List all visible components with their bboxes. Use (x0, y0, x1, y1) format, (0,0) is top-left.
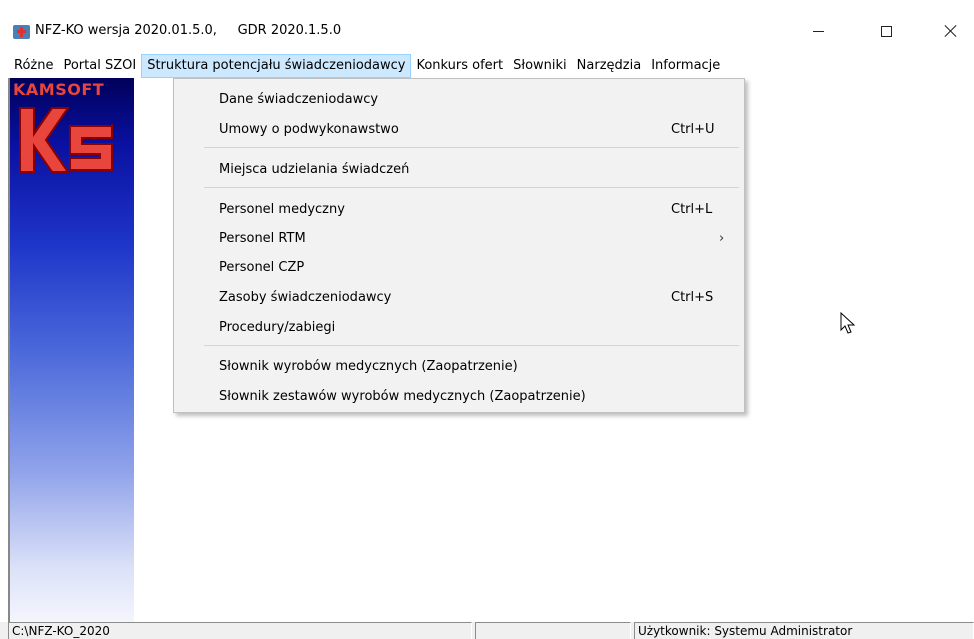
chevron-right-icon: › (719, 230, 725, 246)
menu-item-procedury-zabiegi[interactable]: Procedury/zabiegi (174, 313, 744, 341)
menu-konkurs-ofert[interactable]: Konkurs ofert (411, 54, 508, 78)
struktura-dropdown-menu: Dane świadczeniodawcy Umowy o podwykonaw… (173, 78, 745, 413)
mouse-cursor-icon (840, 312, 856, 334)
close-icon (945, 25, 957, 37)
menu-slowniki[interactable]: Słowniki (508, 54, 572, 78)
menu-item-slownik-wyrobow[interactable]: Słownik wyrobów medycznych (Zaopatrzenie… (174, 352, 744, 380)
brand-name: KAMSOFT (13, 80, 105, 99)
maximize-button[interactable] (863, 14, 909, 48)
menu-item-slownik-zestawow[interactable]: Słownik zestawów wyrobów medycznych (Zao… (174, 382, 744, 410)
minimize-button[interactable] (795, 14, 841, 48)
menu-item-dane-swiadczeniodawcy[interactable]: Dane świadczeniodawcy (174, 85, 744, 113)
menu-item-personel-czp[interactable]: Personel CZP (174, 253, 744, 281)
menu-item-personel-rtm[interactable]: Personel RTM › (174, 224, 744, 252)
title-bar: NFZ-KO wersja 2020.01.5.0, GDR 2020.1.5.… (0, 0, 974, 54)
minimize-icon (812, 30, 824, 32)
window-title: NFZ-KO wersja 2020.01.5.0, GDR 2020.1.5.… (35, 23, 342, 38)
status-user: Użytkownik: Systemu Administrator (634, 622, 974, 639)
medical-kit-icon[interactable] (13, 25, 30, 39)
menu-item-umowy-o-podwykonawstwo[interactable]: Umowy o podwykonawstwo Ctrl+U (174, 115, 744, 143)
menu-item-miejsca-udzielania[interactable]: Miejsca udzielania świadczeń (174, 155, 744, 183)
menu-item-personel-medyczny[interactable]: Personel medyczny Ctrl+L (174, 195, 744, 223)
kamsoft-logo (19, 107, 113, 173)
menu-rozne[interactable]: Różne (9, 54, 58, 78)
menu-separator (204, 187, 739, 188)
menu-struktura-potencjalu[interactable]: Struktura potencjału świadczeniodawcy (141, 54, 412, 78)
menu-bar: Różne Portal SZOI Struktura potencjału ś… (0, 54, 974, 78)
status-path: C:\NFZ-KO_2020 (8, 622, 472, 639)
status-middle (475, 622, 631, 639)
menu-narzedzia[interactable]: Narzędzia (572, 54, 647, 78)
menu-separator (204, 345, 739, 346)
menu-item-zasoby-swiadczeniodawcy[interactable]: Zasoby świadczeniodawcy Ctrl+S (174, 283, 744, 311)
close-button[interactable] (928, 14, 974, 48)
menu-separator (204, 147, 739, 148)
menu-informacje[interactable]: Informacje (646, 54, 725, 78)
menu-portal-szoi[interactable]: Portal SZOI (58, 54, 141, 78)
maximize-icon (880, 25, 892, 37)
